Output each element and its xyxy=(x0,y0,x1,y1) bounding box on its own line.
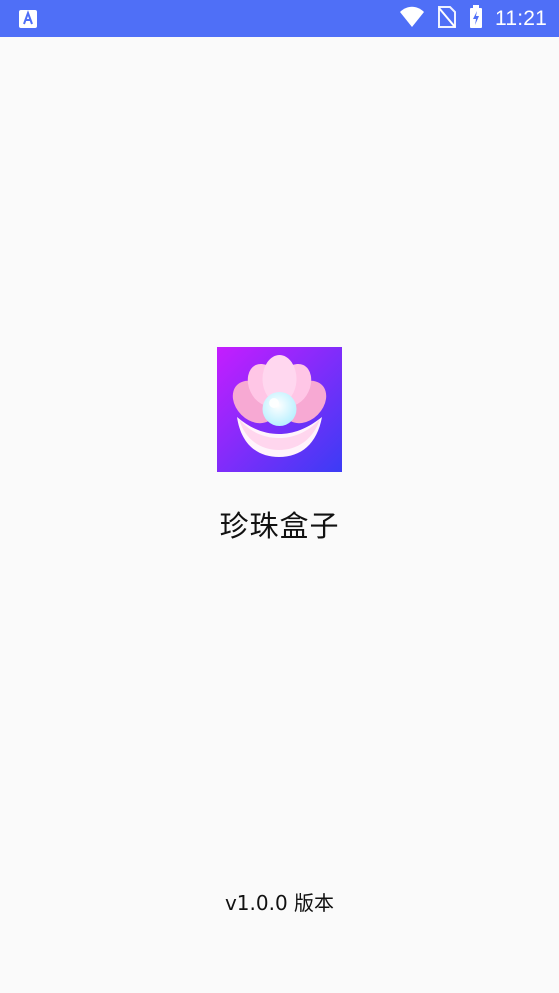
app-name: 珍珠盒子 xyxy=(219,509,340,543)
wifi-icon xyxy=(399,6,425,32)
battery-charging-icon xyxy=(469,4,483,33)
app-notification-icon xyxy=(18,9,38,29)
no-sim-icon xyxy=(437,5,457,32)
status-icons: 11:21 xyxy=(399,0,547,37)
version-label: v1.0.0 版本 xyxy=(224,891,335,915)
status-time: 11:21 xyxy=(495,7,547,30)
pearl-shell-logo xyxy=(217,347,342,472)
status-bar: 11:21 xyxy=(0,0,559,37)
